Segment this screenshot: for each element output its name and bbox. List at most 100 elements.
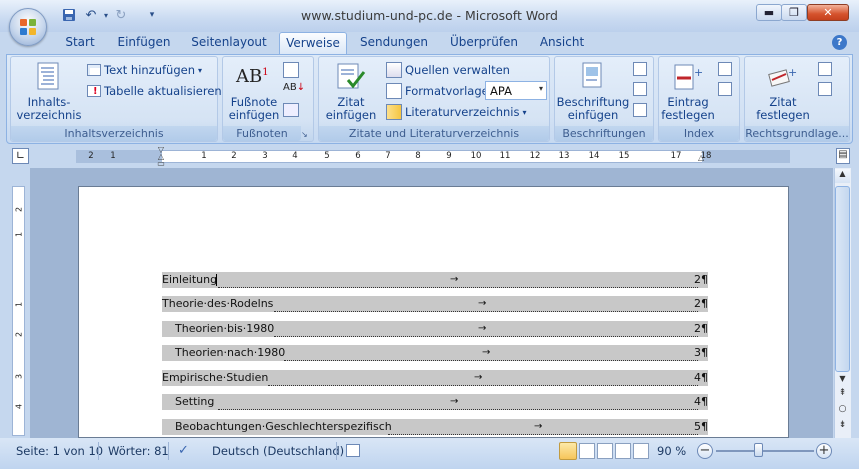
insert-table-of-figures-icon[interactable] <box>633 62 647 76</box>
dialog-launcher-icon[interactable]: ↘ <box>301 130 310 139</box>
bibliography-icon <box>386 104 402 120</box>
zoom-level[interactable]: 90 % <box>657 444 686 458</box>
zoom-in-icon[interactable]: + <box>816 443 832 459</box>
literaturverzeichnis-button[interactable]: Literaturverzeichnis ▾ <box>386 103 527 121</box>
toc-entry-text: Beobachtungen·Geschlechterspezifisch <box>175 419 392 435</box>
update-table-icon[interactable] <box>633 82 647 96</box>
status-separator <box>336 442 337 460</box>
print-layout-view-icon[interactable] <box>559 442 577 460</box>
toc-entry[interactable]: Setting → 4¶ <box>162 394 708 410</box>
ruler-tick-label: 12 <box>529 151 541 161</box>
add-text-icon <box>87 64 101 76</box>
tab-sendungen[interactable]: Sendungen <box>355 32 433 54</box>
cross-reference-icon[interactable] <box>633 103 647 117</box>
beschriftung-einfuegen-button[interactable]: Beschriftung einfügen <box>556 60 630 124</box>
ruler-tick-label: 17 <box>670 151 682 161</box>
proofing-icon[interactable]: ✓ <box>178 443 196 459</box>
inhaltsverzeichnis-button[interactable]: Inhalts- verzeichnis <box>14 60 84 124</box>
zitat-einfuegen-button[interactable]: Zitat einfügen <box>322 60 380 124</box>
word-count[interactable]: Wörter: 81 <box>108 444 169 458</box>
macro-record-icon[interactable] <box>346 444 360 457</box>
tab-verweise[interactable]: Verweise <box>279 32 347 54</box>
save-icon[interactable] <box>60 6 78 24</box>
toc-entry-text: Setting <box>175 394 215 410</box>
view-ruler-icon[interactable]: ▤ <box>836 148 850 164</box>
indent-marker[interactable]: ▽ △ ▭ <box>156 146 166 170</box>
tab-start[interactable]: Start <box>57 32 103 54</box>
customize-qat-icon[interactable]: ▾ <box>143 6 161 24</box>
vertical-ruler[interactable] <box>12 186 25 436</box>
office-button[interactable] <box>9 8 47 46</box>
toc-entry[interactable]: Theorie·des·Rodelns → 2¶ <box>162 296 708 312</box>
text-hinzufuegen-button[interactable]: Text hinzufügen ▾ <box>87 61 202 79</box>
next-page-icon[interactable]: ⇟ <box>835 420 850 434</box>
toc-leader <box>388 419 698 435</box>
tabelle-aktualisieren-button[interactable]: ! Tabelle aktualisieren <box>87 82 222 100</box>
style-icon <box>386 83 402 99</box>
zitat-label: Zitat einfügen <box>325 95 377 122</box>
insert-index-icon[interactable] <box>718 62 732 76</box>
toc-entry[interactable]: Theorien·nach·1980 → 3¶ <box>162 345 708 361</box>
outline-view-icon[interactable] <box>615 443 631 459</box>
previous-page-icon[interactable]: ⇞ <box>835 388 850 402</box>
right-indent-marker[interactable]: △ <box>698 153 707 162</box>
toc-entry-text: Theorien·bis·1980 <box>175 321 275 337</box>
ruler-tick-label: 5 <box>324 151 330 161</box>
zoom-out-icon[interactable]: − <box>697 443 713 459</box>
scroll-up-icon[interactable]: ▲ <box>835 169 850 183</box>
zoom-slider-track[interactable] <box>716 450 814 452</box>
toc-entry[interactable]: Theorien·bis·1980 → 2¶ <box>162 321 708 337</box>
show-notes-icon[interactable] <box>283 103 299 117</box>
toc-entry-page: 2¶ <box>694 322 708 335</box>
minimize-button[interactable]: ▬ <box>756 4 782 21</box>
tab-arrow-icon: → <box>478 298 487 309</box>
full-screen-reading-icon[interactable] <box>579 443 595 459</box>
tab-arrow-icon: → <box>450 396 459 407</box>
formatvorlage-label-group: Formatvorlage: <box>386 82 493 100</box>
eintrag-festlegen-button[interactable]: + Eintrag festlegen <box>660 60 716 124</box>
update-index-icon[interactable] <box>718 82 732 96</box>
vruler-tick-label: 2 <box>14 331 24 338</box>
horizontal-ruler[interactable] <box>76 150 790 163</box>
close-button[interactable]: ✕ <box>807 4 849 21</box>
toc-entry-text: Einleitung <box>162 272 218 288</box>
page-count[interactable]: Seite: 1 von 10 <box>16 444 103 458</box>
help-icon[interactable]: ? <box>832 35 847 50</box>
toc-entry[interactable]: Einleitung → 2¶ <box>162 272 708 288</box>
next-footnote-icon[interactable]: AB↓ <box>283 82 305 98</box>
toc-entry[interactable]: Beobachtungen·Geschlechterspezifisch → 5… <box>162 419 708 435</box>
web-layout-icon[interactable] <box>597 443 613 459</box>
scroll-thumb[interactable] <box>835 186 850 372</box>
mark-entry-icon: + <box>674 64 702 90</box>
tab-seitenlayout[interactable]: Seitenlayout <box>186 32 272 54</box>
toc-entry[interactable]: Empirische·Studien → 4¶ <box>162 370 708 386</box>
tab-ueberpruefen[interactable]: Überprüfen <box>443 32 525 54</box>
fussnote-label: Fußnote einfügen <box>228 95 280 122</box>
zoom-slider-thumb[interactable] <box>754 443 763 457</box>
restore-button[interactable]: ❐ <box>781 4 807 21</box>
ruler-tick-label: 4 <box>292 151 298 161</box>
language[interactable]: Deutsch (Deutschland) <box>212 444 344 458</box>
tab-selector[interactable]: ∟ <box>12 148 29 164</box>
formatvorlage-select[interactable]: APA ▾ <box>485 81 547 100</box>
fussnote-einfuegen-button[interactable]: AB1 Fußnote einfügen <box>226 60 282 124</box>
quellen-verwalten-button[interactable]: Quellen verwalten <box>386 61 510 79</box>
endnote-icon[interactable] <box>283 62 299 78</box>
redo-icon[interactable]: ↻ <box>112 6 130 24</box>
update-authorities-icon[interactable] <box>818 82 832 96</box>
insert-table-of-authorities-icon[interactable] <box>818 62 832 76</box>
group-label: Rechtsgrundlage... <box>745 126 849 141</box>
ruler-tick-label: 2 <box>88 151 94 161</box>
table-of-contents-icon <box>37 62 59 90</box>
browse-object-icon[interactable]: ○ <box>835 404 850 418</box>
ruler-tick-label: 14 <box>588 151 600 161</box>
toc-entry-page: 2¶ <box>694 273 708 286</box>
draft-view-icon[interactable] <box>633 443 649 459</box>
tab-ansicht[interactable]: Ansicht <box>533 32 591 54</box>
scroll-down-icon[interactable]: ▼ <box>835 374 850 386</box>
group-label: Zitate und Literaturverzeichnis <box>319 126 549 141</box>
zitat-festlegen-button[interactable]: + Zitat festlegen <box>750 60 816 124</box>
tab-einfuegen[interactable]: Einfügen <box>110 32 178 54</box>
tab-arrow-icon: → <box>534 421 543 432</box>
toc-leader <box>284 345 698 361</box>
